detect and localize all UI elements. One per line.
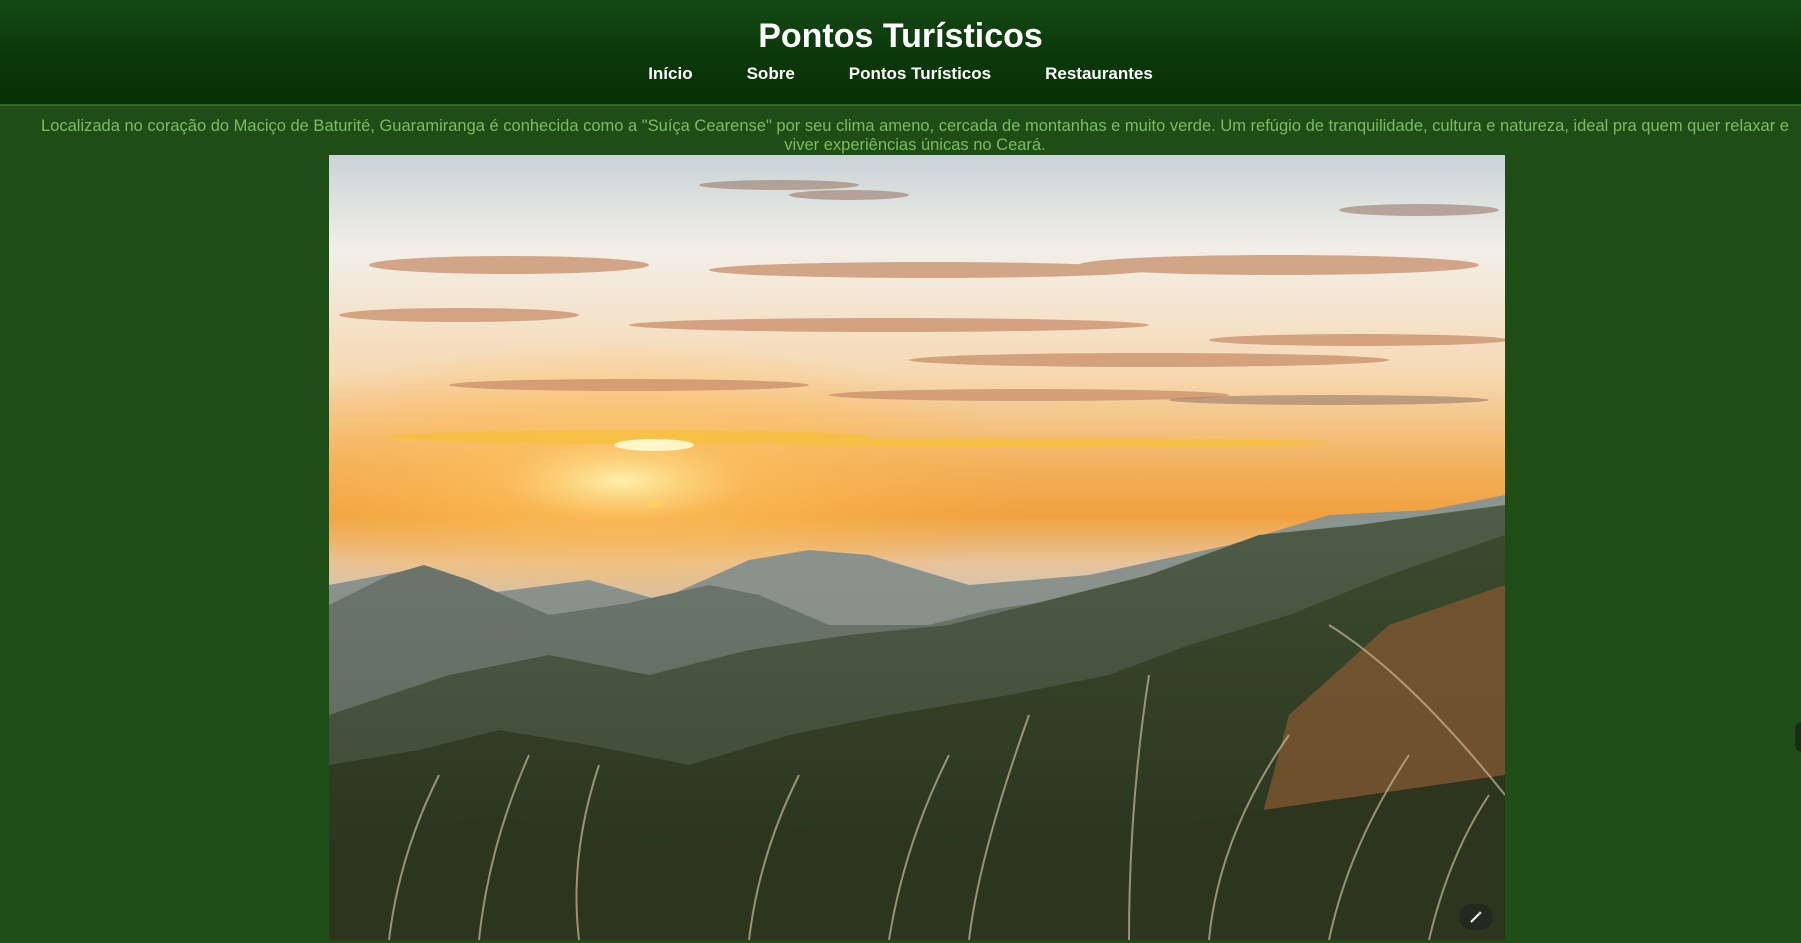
- side-scroll-handle[interactable]: [1795, 722, 1801, 752]
- nav-link-inicio[interactable]: Início: [648, 62, 692, 86]
- page-title: Pontos Turísticos: [758, 17, 1043, 55]
- nav-link-restaurantes[interactable]: Restaurantes: [1045, 62, 1153, 86]
- magic-wand-icon: [1470, 911, 1482, 923]
- sunset-mountains-illustration: [329, 155, 1505, 940]
- landscape-photo: [329, 155, 1505, 940]
- nav-link-pontos-turisticos[interactable]: Pontos Turísticos: [849, 62, 991, 86]
- main-nav: Início Sobre Pontos Turísticos Restauran…: [0, 62, 1801, 86]
- intro-paragraph: Localizada no coração do Maciço de Batur…: [41, 117, 1789, 154]
- magic-wand-button[interactable]: [1459, 904, 1493, 930]
- site-header: Pontos Turísticos Início Sobre Pontos Tu…: [0, 0, 1801, 106]
- nav-link-sobre[interactable]: Sobre: [747, 62, 795, 86]
